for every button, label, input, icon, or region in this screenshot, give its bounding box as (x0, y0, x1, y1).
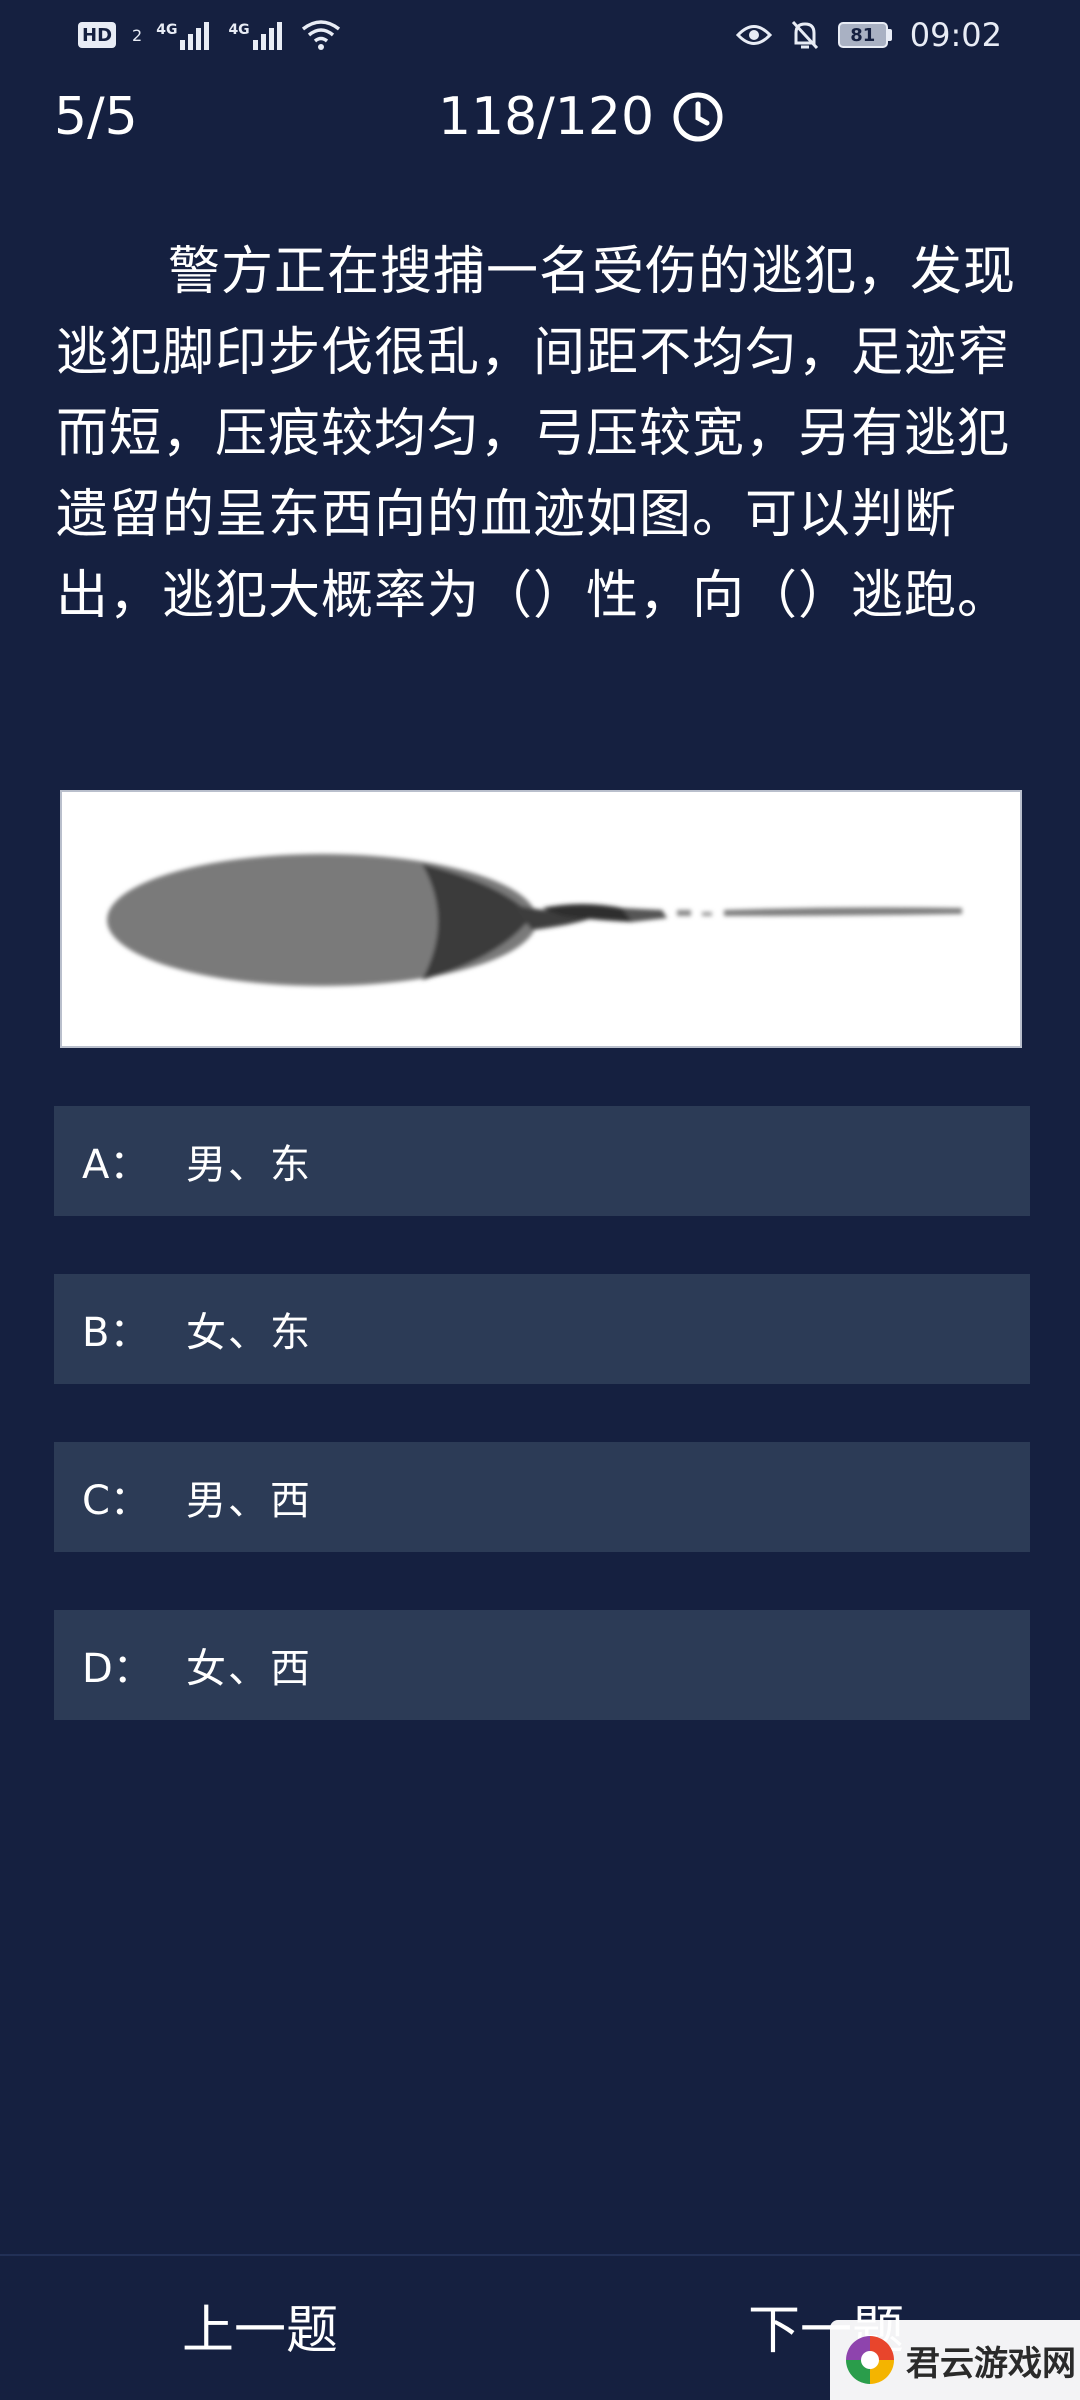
signal-2: 4G (228, 20, 286, 50)
option-text: 男、东 (186, 1142, 312, 1188)
notifications-off-icon (791, 20, 818, 50)
option-letter: C： (82, 1478, 150, 1524)
option-a[interactable]: A： 男、东 (54, 1106, 1030, 1216)
timer: 118/120 (438, 82, 724, 152)
option-b[interactable]: B： 女、东 (54, 1274, 1030, 1384)
question-text: 警方正在搜捕一名受伤的逃犯，发现逃犯脚印步伐很乱，间距不均匀，足迹窄而短，压痕较… (56, 242, 1017, 626)
option-letter: B： (82, 1310, 150, 1356)
option-text: 女、西 (186, 1646, 312, 1692)
signal-bars-icon (252, 22, 282, 50)
clock-icon (673, 92, 723, 142)
status-right: 81 09:02 (735, 14, 1002, 56)
eye-icon (735, 25, 772, 45)
hd-voice-icon: HD (78, 22, 117, 48)
bottom-divider (0, 2254, 1080, 2256)
option-letter: D： (82, 1646, 153, 1692)
timer-value: 118/120 (438, 87, 655, 147)
signal-bars-icon (180, 22, 210, 50)
battery-icon: 81 (837, 22, 892, 48)
status-time: 09:02 (909, 16, 1002, 54)
watermark-text: 君云游戏网 (906, 2343, 1076, 2384)
previous-question-button[interactable]: 上一题 (182, 2296, 338, 2366)
network-type-2: 4G (228, 22, 250, 38)
watermark-logo-icon (846, 2336, 894, 2384)
option-c[interactable]: C： 男、西 (54, 1442, 1030, 1552)
option-text: 女、东 (186, 1310, 312, 1356)
question-progress: 5/5 (54, 87, 138, 147)
blood-trail-drawing (107, 854, 962, 986)
signal-1: 4G (156, 20, 214, 50)
hd-sub: 2 (132, 25, 143, 45)
option-letter: A： (82, 1142, 150, 1188)
option-text: 男、西 (186, 1478, 312, 1524)
status-bar: HD 2 4G 4G 81 09:02 (0, 0, 1080, 70)
wifi-icon (301, 20, 340, 50)
watermark: 君云游戏网 (830, 2320, 1080, 2400)
battery-level: 81 (837, 22, 888, 48)
option-d[interactable]: D： 女、西 (54, 1610, 1030, 1720)
status-left: HD 2 4G 4G (78, 14, 341, 56)
blood-trail-image (60, 790, 1022, 1048)
network-type-1: 4G (156, 22, 178, 38)
hd-label: HD (82, 24, 113, 46)
